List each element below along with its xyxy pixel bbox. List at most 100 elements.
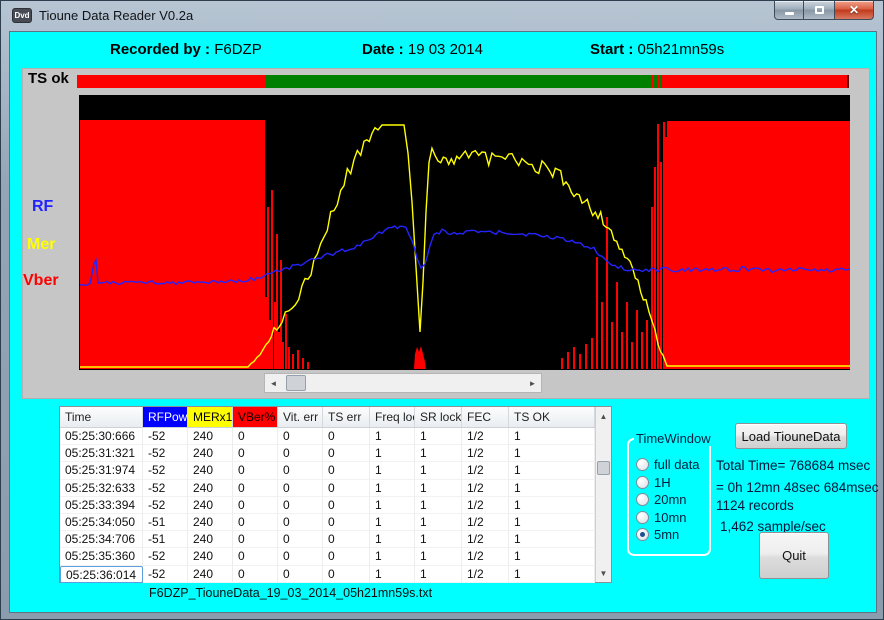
table-cell[interactable]: 0 (323, 445, 370, 462)
table-cell[interactable]: 1 (509, 428, 595, 445)
table-cell[interactable]: 1 (415, 462, 462, 479)
table-cell[interactable]: 1 (509, 566, 595, 583)
table-row[interactable]: 05:25:30:666-52240000111/21 (60, 428, 611, 445)
table-cell[interactable]: 0 (323, 462, 370, 479)
table-cell[interactable]: 240 (188, 462, 233, 479)
table-cell[interactable]: 1/2 (462, 548, 509, 565)
radio-icon[interactable] (636, 493, 649, 506)
table-cell[interactable]: 1 (370, 548, 415, 565)
table-cell[interactable]: 1 (415, 480, 462, 497)
table-cell[interactable]: 240 (188, 480, 233, 497)
table-cell[interactable]: 0 (233, 548, 278, 565)
column-header-time[interactable]: Time (60, 407, 143, 427)
column-header-freq-lock[interactable]: Freq lock (370, 407, 415, 427)
column-header-vit-err[interactable]: Vit. err (278, 407, 323, 427)
table-cell[interactable]: -52 (143, 428, 188, 445)
table-cell[interactable]: 240 (188, 514, 233, 531)
scroll-right-arrow-icon[interactable]: ► (524, 374, 541, 392)
table-cell[interactable]: 1 (370, 428, 415, 445)
quit-button[interactable]: Quit (759, 532, 829, 579)
table-cell[interactable]: 1 (370, 480, 415, 497)
column-header-fec[interactable]: FEC (462, 407, 509, 427)
timewindow-option-1H[interactable]: 1H (636, 474, 709, 491)
table-cell[interactable]: 1/2 (462, 445, 509, 462)
table-cell[interactable]: 240 (188, 497, 233, 514)
radio-icon[interactable] (636, 511, 649, 524)
table-cell[interactable]: 1 (370, 566, 415, 583)
timewindow-option-10mn[interactable]: 10mn (636, 509, 709, 526)
table-cell[interactable]: 05:25:31:321 (60, 445, 143, 462)
table-cell[interactable]: 1 (370, 462, 415, 479)
table-cell[interactable]: 1 (509, 480, 595, 497)
table-cell[interactable]: -51 (143, 514, 188, 531)
table-cell[interactable]: 1 (415, 566, 462, 583)
table-cell[interactable]: 240 (188, 566, 233, 583)
table-scrollbar-thumb[interactable] (597, 461, 610, 475)
table-cell[interactable]: 05:25:32:633 (60, 480, 143, 497)
table-cell[interactable]: 0 (233, 531, 278, 548)
timewindow-option-5mn[interactable]: 5mn (636, 526, 709, 543)
maximize-button[interactable] (804, 1, 834, 20)
table-cell[interactable]: 1/2 (462, 462, 509, 479)
table-cell[interactable]: 0 (233, 480, 278, 497)
table-cell[interactable]: 0 (278, 497, 323, 514)
table-cell[interactable]: 05:25:36:014 (60, 566, 143, 583)
table-cell[interactable]: 05:25:33:394 (60, 497, 143, 514)
close-button[interactable]: ✕ (834, 1, 874, 20)
timewindow-option-20mn[interactable]: 20mn (636, 491, 709, 508)
table-row[interactable]: 05:25:35:360-52240000111/21 (60, 548, 611, 565)
table-cell[interactable]: 1 (415, 445, 462, 462)
table-cell[interactable]: 0 (278, 514, 323, 531)
table-cell[interactable]: 1/2 (462, 514, 509, 531)
table-cell[interactable]: -52 (143, 548, 188, 565)
table-cell[interactable]: 240 (188, 548, 233, 565)
table-cell[interactable]: 1 (509, 445, 595, 462)
table-row[interactable]: 05:25:36:014-52240000111/21 (60, 566, 611, 583)
table-cell[interactable]: 0 (323, 497, 370, 514)
table-cell[interactable]: 05:25:30:666 (60, 428, 143, 445)
column-header-ts-ok[interactable]: TS OK (509, 407, 595, 427)
table-cell[interactable]: -52 (143, 497, 188, 514)
table-cell[interactable]: 0 (323, 428, 370, 445)
table-cell[interactable]: 1 (415, 548, 462, 565)
table-cell[interactable]: 0 (323, 531, 370, 548)
table-cell[interactable]: 05:25:34:050 (60, 514, 143, 531)
table-row[interactable]: 05:25:33:394-52240000111/21 (60, 497, 611, 514)
table-vertical-scrollbar[interactable]: ▲ ▼ (595, 407, 611, 582)
table-cell[interactable]: 1 (509, 514, 595, 531)
table-cell[interactable]: 0 (278, 566, 323, 583)
column-header-vber-[interactable]: VBer% (233, 407, 278, 427)
table-cell[interactable]: 1/2 (462, 428, 509, 445)
table-cell[interactable]: 1 (415, 531, 462, 548)
table-cell[interactable]: 0 (278, 480, 323, 497)
table-cell[interactable]: 240 (188, 445, 233, 462)
scroll-left-arrow-icon[interactable]: ◄ (265, 374, 282, 392)
table-cell[interactable]: 0 (233, 428, 278, 445)
table-cell[interactable]: 1 (415, 514, 462, 531)
table-row[interactable]: 05:25:31:321-52240000111/21 (60, 445, 611, 462)
table-cell[interactable]: 1 (415, 428, 462, 445)
table-cell[interactable]: 0 (323, 566, 370, 583)
column-header-sr-lock[interactable]: SR lock (415, 407, 462, 427)
load-tiounedata-button[interactable]: Load TiouneData (735, 423, 847, 449)
table-row[interactable]: 05:25:31:974-52240000111/21 (60, 462, 611, 479)
table-row[interactable]: 05:25:32:633-52240000111/21 (60, 480, 611, 497)
radio-icon[interactable] (636, 476, 649, 489)
table-cell[interactable]: 0 (233, 497, 278, 514)
table-row[interactable]: 05:25:34:050-51240000111/21 (60, 514, 611, 531)
table-cell[interactable]: 0 (233, 445, 278, 462)
table-cell[interactable]: -52 (143, 462, 188, 479)
chart-scrollbar-thumb[interactable] (286, 375, 306, 391)
table-cell[interactable]: 1 (509, 497, 595, 514)
table-cell[interactable]: 1/2 (462, 497, 509, 514)
column-header-merx10[interactable]: MERx10 (188, 407, 233, 427)
table-cell[interactable]: 0 (278, 548, 323, 565)
table-cell[interactable]: 240 (188, 428, 233, 445)
table-cell[interactable]: -52 (143, 445, 188, 462)
table-cell[interactable]: 1 (509, 548, 595, 565)
table-cell[interactable]: 0 (278, 428, 323, 445)
table-cell[interactable]: 0 (233, 514, 278, 531)
table-cell[interactable]: 0 (323, 548, 370, 565)
table-cell[interactable]: -51 (143, 531, 188, 548)
chart-horizontal-scrollbar[interactable]: ◄ ► (264, 373, 542, 393)
